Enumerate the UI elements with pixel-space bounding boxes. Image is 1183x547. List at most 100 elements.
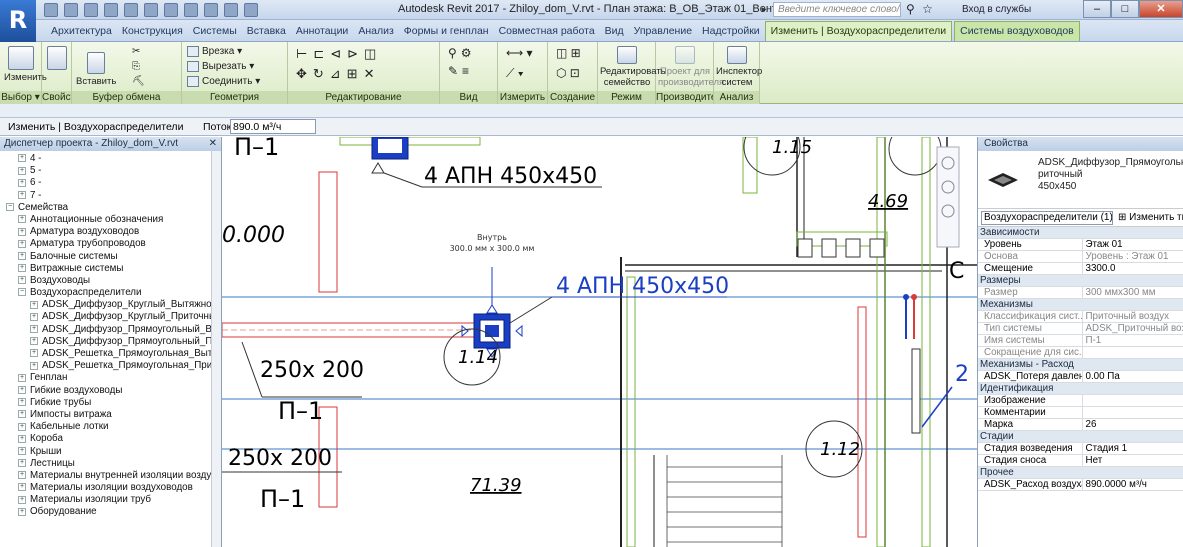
expand-icon[interactable]: + bbox=[30, 337, 38, 346]
expand-icon[interactable]: + bbox=[18, 215, 26, 224]
tree-item[interactable]: + ADSK_Решетка_Прямоугольная_Приточная bbox=[0, 360, 221, 372]
section-icon[interactable] bbox=[184, 3, 198, 17]
property-value[interactable]: 0.00 Па bbox=[1081, 370, 1183, 383]
tree-item[interactable]: + ADSK_Диффузор_Круглый_Приточный bbox=[0, 311, 221, 323]
measure-icon[interactable] bbox=[124, 3, 138, 17]
tab-8[interactable]: Вид bbox=[600, 22, 629, 41]
infocenter-icons[interactable]: ⚲ ☆ bbox=[906, 2, 935, 16]
tab-5[interactable]: Анализ bbox=[353, 22, 398, 41]
expand-icon[interactable]: + bbox=[30, 312, 38, 321]
close-icon[interactable]: ✕ bbox=[209, 137, 217, 151]
edit-type-button[interactable]: ⊞ Изменить тип bbox=[1118, 212, 1183, 223]
tab-0[interactable]: Архитектура bbox=[46, 22, 117, 41]
type-selector[interactable]: ADSK_Диффузор_Прямоугольный_П риточный 4… bbox=[978, 151, 1183, 209]
expand-icon[interactable]: + bbox=[30, 361, 38, 370]
create-group-icon[interactable]: ⬡ ⊡ bbox=[556, 66, 580, 80]
property-group-header[interactable]: Идентификация bbox=[978, 382, 1183, 395]
tree-item[interactable]: + Балочные системы bbox=[0, 251, 221, 263]
instance-filter-select[interactable]: Воздухораспределители (1) ▾ bbox=[981, 211, 1113, 225]
expand-icon[interactable]: + bbox=[18, 166, 26, 175]
expand-icon[interactable]: + bbox=[18, 373, 26, 382]
tree-item[interactable]: + Материалы изоляции труб bbox=[0, 494, 221, 506]
collapse-icon[interactable]: − bbox=[6, 203, 14, 212]
tree-item[interactable]: + Лестницы bbox=[0, 458, 221, 470]
property-group-header[interactable]: Размеры bbox=[978, 274, 1183, 287]
expand-icon[interactable]: + bbox=[18, 483, 26, 492]
properties-button[interactable] bbox=[44, 46, 70, 72]
tree-item[interactable]: +6 - bbox=[0, 177, 221, 189]
panel-label-select[interactable]: Выбор ▾ bbox=[0, 91, 41, 104]
open-icon[interactable] bbox=[44, 3, 58, 17]
expand-icon[interactable]: + bbox=[30, 325, 38, 334]
flow-input[interactable] bbox=[230, 119, 316, 134]
expand-icon[interactable]: + bbox=[18, 434, 26, 443]
text-icon[interactable] bbox=[144, 3, 158, 17]
tab-11[interactable]: Изменить | Воздухораспределители bbox=[764, 21, 953, 41]
expand-icon[interactable]: + bbox=[18, 251, 26, 260]
cut-icon[interactable]: ✂ bbox=[132, 46, 140, 57]
tree-item[interactable]: + Аннотационные обозначения bbox=[0, 214, 221, 226]
save-icon[interactable] bbox=[64, 3, 78, 17]
tree-item[interactable]: + Генплан bbox=[0, 372, 221, 384]
tree-item[interactable]: + Импосты витража bbox=[0, 409, 221, 421]
tree-item[interactable]: +4 - bbox=[0, 153, 221, 165]
expand-icon[interactable]: + bbox=[30, 300, 38, 309]
expand-icon[interactable]: + bbox=[18, 398, 26, 407]
tree-item[interactable]: − Воздухораспределители bbox=[0, 287, 221, 299]
property-value[interactable] bbox=[1081, 394, 1183, 407]
expand-icon[interactable]: + bbox=[18, 385, 26, 394]
browser-scrollbar[interactable] bbox=[211, 151, 221, 547]
tab-6[interactable]: Формы и генплан bbox=[399, 22, 494, 41]
selected-diffuser[interactable] bbox=[461, 267, 523, 358]
minimize-button[interactable]: – bbox=[1083, 0, 1111, 18]
cope-button[interactable]: Врезка ▾ bbox=[187, 46, 242, 57]
tree-item[interactable]: + Крыши bbox=[0, 446, 221, 458]
property-value[interactable]: Стадия 1 bbox=[1081, 442, 1183, 455]
modify-button[interactable]: Изменить bbox=[4, 46, 47, 83]
manufacturer-project-button[interactable]: Проект для производителя bbox=[658, 46, 724, 88]
property-value[interactable] bbox=[1081, 406, 1183, 419]
tab-9[interactable]: Управление bbox=[629, 22, 697, 41]
3d-view-icon[interactable] bbox=[164, 3, 178, 17]
close-button[interactable]: ✕ bbox=[1139, 0, 1183, 18]
expand-icon[interactable]: + bbox=[18, 459, 26, 468]
tree-item[interactable]: + Короба bbox=[0, 433, 221, 445]
tab-2[interactable]: Системы bbox=[188, 22, 242, 41]
expand-icon[interactable]: + bbox=[18, 227, 26, 236]
tab-1[interactable]: Конструкция bbox=[117, 22, 188, 41]
expand-icon[interactable]: + bbox=[18, 190, 26, 199]
property-value[interactable]: 26 bbox=[1081, 418, 1183, 431]
expand-icon[interactable]: + bbox=[18, 178, 26, 187]
expand-icon[interactable]: + bbox=[18, 410, 26, 419]
tree-item[interactable]: + Оборудование bbox=[0, 506, 221, 518]
tree-item[interactable]: − Семейства bbox=[0, 202, 221, 214]
tree-item[interactable]: + ADSK_Диффузор_Круглый_Вытяжной bbox=[0, 299, 221, 311]
expand-icon[interactable]: + bbox=[30, 349, 38, 358]
join-button[interactable]: Соединить ▾ bbox=[187, 76, 260, 87]
tree-item[interactable]: + Материалы внутренней изоляции воздухово… bbox=[0, 470, 221, 482]
tree-item[interactable]: + Гибкие трубы bbox=[0, 397, 221, 409]
tree-item[interactable]: + Материалы изоляции воздуховодов bbox=[0, 482, 221, 494]
tree-item[interactable]: +7 - bbox=[0, 190, 221, 202]
drawing-area[interactable]: П–1 4 АПН 450х450 0.000 Внутрь 300.0 мм … bbox=[222, 137, 977, 547]
dimension-tool-icon[interactable]: ⟋ ▾ bbox=[506, 66, 524, 81]
expand-icon[interactable]: + bbox=[18, 495, 26, 504]
collapse-icon[interactable]: − bbox=[18, 288, 26, 297]
search-expand-icon[interactable]: ▸ bbox=[762, 4, 767, 15]
tree-item[interactable]: + ADSK_Диффузор_Прямоугольный_Приточный bbox=[0, 336, 221, 348]
create-tools[interactable]: ◫ ⊞ bbox=[556, 46, 581, 60]
tab-12[interactable]: Системы воздуховодов bbox=[954, 21, 1080, 41]
property-value[interactable]: 3300.0 bbox=[1081, 262, 1183, 275]
tree-item[interactable]: + Арматура трубопроводов bbox=[0, 238, 221, 250]
expand-icon[interactable]: + bbox=[18, 471, 26, 480]
quick-access-toolbar[interactable] bbox=[44, 2, 258, 18]
thin-lines-icon[interactable] bbox=[204, 3, 218, 17]
edit-family-button[interactable]: Редактировать семейство bbox=[600, 46, 666, 88]
switch-windows-icon[interactable] bbox=[244, 3, 258, 17]
property-group-header[interactable]: Прочее bbox=[978, 466, 1183, 479]
match-props-icon[interactable]: ⛏ bbox=[132, 76, 145, 87]
floor-plan-drawing[interactable]: П–1 4 АПН 450х450 0.000 Внутрь 300.0 мм … bbox=[222, 137, 977, 547]
expand-icon[interactable]: + bbox=[18, 154, 26, 163]
tree-item[interactable]: + Витражные системы bbox=[0, 263, 221, 275]
tree-item[interactable]: +5 - bbox=[0, 165, 221, 177]
